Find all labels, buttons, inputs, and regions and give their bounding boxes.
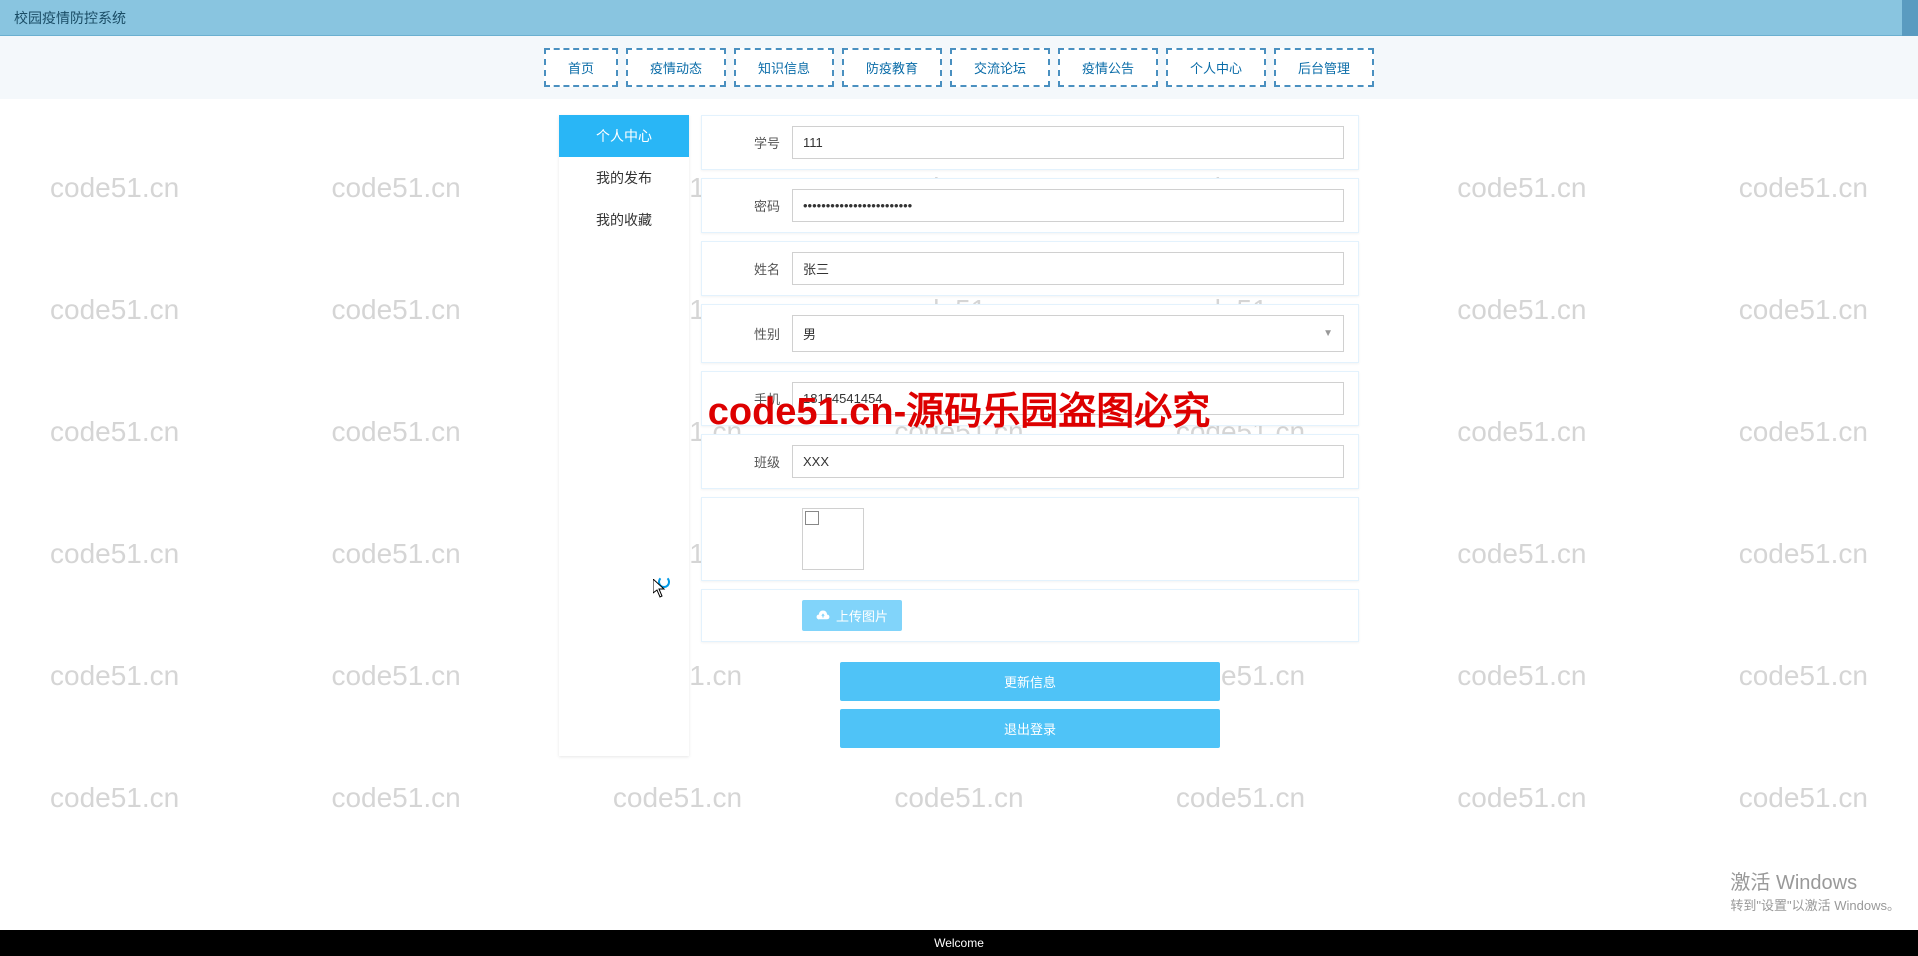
cloud-upload-icon bbox=[816, 608, 830, 623]
gender-selected-value: 男 bbox=[803, 324, 816, 343]
nav-home[interactable]: 首页 bbox=[544, 48, 618, 87]
chevron-down-icon: ▼ bbox=[1323, 328, 1333, 339]
app-title: 校园疫情防控系统 bbox=[14, 8, 126, 28]
class-input[interactable] bbox=[792, 445, 1344, 478]
name-input[interactable] bbox=[792, 252, 1344, 285]
student-id-input[interactable] bbox=[792, 126, 1344, 159]
nav-epidemic-dynamics[interactable]: 疫情动态 bbox=[626, 48, 726, 87]
footer-text: Welcome bbox=[934, 936, 984, 950]
phone-input[interactable] bbox=[792, 382, 1344, 415]
student-id-label: 学号 bbox=[716, 133, 792, 152]
main-navigation: 首页 疫情动态 知识信息 防疫教育 交流论坛 疫情公告 个人中心 后台管理 bbox=[0, 36, 1918, 99]
footer-bar: Welcome bbox=[0, 930, 1918, 956]
nav-knowledge-info[interactable]: 知识信息 bbox=[734, 48, 834, 87]
sidebar: 个人中心 我的发布 我的收藏 bbox=[559, 115, 689, 756]
nav-forum[interactable]: 交流论坛 bbox=[950, 48, 1050, 87]
windows-activate-subtitle: 转到"设置"以激活 Windows。 bbox=[1730, 895, 1900, 914]
main-content-wrapper: 个人中心 我的发布 我的收藏 学号 密码 姓名 性别 男 ▼ bbox=[0, 99, 1918, 756]
nav-personal-center[interactable]: 个人中心 bbox=[1166, 48, 1266, 87]
top-header-bar: 校园疫情防控系统 bbox=[0, 0, 1918, 36]
nav-announcements[interactable]: 疫情公告 bbox=[1058, 48, 1158, 87]
password-label: 密码 bbox=[716, 196, 792, 215]
upload-button-label: 上传图片 bbox=[836, 606, 888, 625]
windows-activate-title: 激活 Windows bbox=[1730, 866, 1900, 895]
broken-image-icon bbox=[805, 511, 819, 525]
gender-select[interactable]: 男 ▼ bbox=[792, 315, 1344, 352]
sidebar-item-personal-center[interactable]: 个人中心 bbox=[559, 115, 689, 157]
sidebar-item-my-posts[interactable]: 我的发布 bbox=[559, 157, 689, 199]
phone-label: 手机 bbox=[716, 389, 792, 408]
sidebar-item-my-favorites[interactable]: 我的收藏 bbox=[559, 199, 689, 241]
nav-admin[interactable]: 后台管理 bbox=[1274, 48, 1374, 87]
nav-prevention-education[interactable]: 防疫教育 bbox=[842, 48, 942, 87]
windows-activation-notice: 激活 Windows 转到"设置"以激活 Windows。 bbox=[1730, 866, 1900, 914]
gender-label: 性别 bbox=[716, 324, 792, 343]
name-label: 姓名 bbox=[716, 259, 792, 278]
profile-form: 学号 密码 姓名 性别 男 ▼ 手机 bbox=[701, 115, 1359, 756]
scrollbar-top[interactable] bbox=[1902, 0, 1918, 36]
password-input[interactable] bbox=[792, 189, 1344, 222]
avatar-image-placeholder bbox=[802, 508, 864, 570]
class-label: 班级 bbox=[716, 452, 792, 471]
upload-image-button[interactable]: 上传图片 bbox=[802, 600, 902, 631]
logout-button[interactable]: 退出登录 bbox=[840, 709, 1220, 748]
update-info-button[interactable]: 更新信息 bbox=[840, 662, 1220, 701]
